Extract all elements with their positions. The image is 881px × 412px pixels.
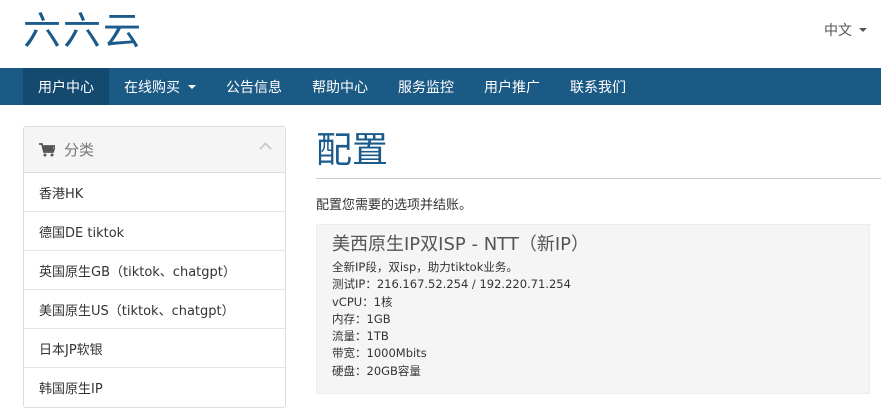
- product-spec-traffic: 流量：1TB: [332, 329, 389, 344]
- category-item[interactable]: 日本JP软银: [24, 329, 285, 368]
- sidebar-header[interactable]: 分类: [24, 127, 285, 173]
- product-spec-bandwidth: 带宽：1000Mbits: [332, 346, 427, 361]
- nav-label: 服务监控: [398, 79, 454, 96]
- category-sidebar: 分类 香港HK 德国DE tiktok 英国原生GB（tiktok、chatgp…: [23, 126, 286, 408]
- product-name: 美西原生IP双ISP - NTT（新IP）: [332, 234, 589, 255]
- product-info-panel: 美西原生IP双ISP - NTT（新IP） 全新IP段，双isp，助力tikto…: [316, 224, 870, 394]
- nav-label: 用户中心: [38, 79, 94, 96]
- category-label: 德国DE tiktok: [39, 225, 125, 241]
- chevron-up-icon[interactable]: [259, 142, 272, 155]
- product-spec-memory: 内存：1GB: [332, 311, 391, 326]
- nav-contact-us[interactable]: 联系我们: [555, 68, 641, 105]
- caret-down-icon: [188, 84, 196, 89]
- category-item[interactable]: 韩国原生IP: [24, 368, 285, 407]
- category-label: 英国原生GB（tiktok、chatgpt）: [39, 264, 236, 280]
- caret-down-icon: [859, 28, 867, 32]
- category-item[interactable]: 美国原生US（tiktok、chatgpt）: [24, 290, 285, 329]
- language-label: 中文: [824, 23, 852, 39]
- nav-announcements[interactable]: 公告信息: [211, 68, 297, 105]
- category-label: 香港HK: [39, 186, 84, 202]
- header: 六六云 中文: [0, 0, 881, 68]
- product-spec-disk: 硬盘：20GB容量: [332, 363, 421, 378]
- sidebar-title: 分类: [64, 141, 95, 159]
- nav-user-center[interactable]: 用户中心: [23, 68, 109, 105]
- shopping-cart-icon: [39, 142, 55, 156]
- category-label: 日本JP软银: [39, 342, 103, 358]
- product-spec-test-ip: 测试IP：216.167.52.254 / 192.220.71.254: [332, 277, 571, 292]
- main-navbar: 用户中心 在线购买 公告信息 帮助中心 服务监控 用户推广 联系我们: [0, 68, 881, 105]
- nav-label: 在线购买: [124, 79, 180, 96]
- nav-label: 帮助中心: [312, 79, 368, 96]
- language-selector[interactable]: 中文: [824, 20, 867, 40]
- nav-help-center[interactable]: 帮助中心: [297, 68, 383, 105]
- logo[interactable]: 六六云: [23, 6, 143, 56]
- page-title: 配置: [316, 126, 881, 179]
- category-item[interactable]: 香港HK: [24, 173, 285, 212]
- nav-label: 公告信息: [226, 79, 282, 96]
- category-item[interactable]: 德国DE tiktok: [24, 212, 285, 251]
- category-label: 美国原生US（tiktok、chatgpt）: [39, 303, 235, 319]
- product-description: 全新IP段，双isp，助力tiktok业务。: [332, 260, 518, 274]
- nav-label: 联系我们: [570, 79, 626, 96]
- category-item[interactable]: 英国原生GB（tiktok、chatgpt）: [24, 251, 285, 290]
- page-intro: 配置您需要的选项并结账。: [316, 198, 473, 213]
- nav-buy-online[interactable]: 在线购买: [109, 68, 211, 105]
- main-content: 配置 配置您需要的选项并结账。 美西原生IP双ISP - NTT（新IP） 全新…: [316, 126, 881, 394]
- nav-service-monitor[interactable]: 服务监控: [383, 68, 469, 105]
- category-label: 韩国原生IP: [39, 382, 103, 397]
- product-spec-vcpu: vCPU：1核: [332, 294, 393, 309]
- nav-affiliates[interactable]: 用户推广: [469, 68, 555, 105]
- nav-label: 用户推广: [484, 79, 540, 96]
